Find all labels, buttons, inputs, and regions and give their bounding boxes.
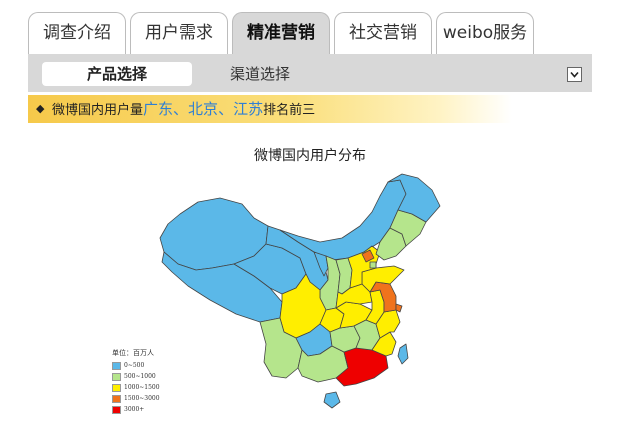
map-title: 微博国内用户分布 bbox=[254, 148, 366, 164]
banner-separator-2: 、 bbox=[218, 100, 234, 118]
diamond-bullet-icon: ◆ bbox=[36, 102, 45, 115]
province-hainan[interactable] bbox=[323, 391, 341, 409]
legend-label: 0~500 bbox=[124, 362, 145, 369]
highlight-banner: ◆ 微博国内用户量广东、北京、江苏排名前三 bbox=[28, 95, 512, 123]
legend-swatch bbox=[112, 361, 121, 370]
main-tab-bar: 调查介绍 用户需求 精准营销 社交营销 weibo服务 bbox=[0, 0, 620, 54]
tab-precision-marketing[interactable]: 精准营销 bbox=[232, 12, 330, 54]
chevron-down-icon[interactable] bbox=[567, 67, 582, 82]
legend-label: 1500~3000 bbox=[124, 395, 160, 402]
tab-weibo-service[interactable]: weibo服务 bbox=[436, 12, 534, 54]
province-taiwan[interactable] bbox=[397, 343, 409, 365]
legend-swatch bbox=[112, 405, 121, 414]
banner-highlight-2: 北京 bbox=[188, 100, 219, 118]
legend-item: 0~500 bbox=[112, 361, 144, 371]
province-tianjin[interactable] bbox=[369, 261, 377, 269]
banner-separator-1: 、 bbox=[173, 100, 189, 118]
banner-suffix: 排名前三 bbox=[263, 103, 316, 118]
banner-prefix: 微博国内用户量 bbox=[52, 103, 144, 118]
legend-item: 1000~1500 bbox=[112, 383, 160, 393]
legend-label: 1000~1500 bbox=[124, 384, 160, 391]
legend-unit: 单位：百万人 bbox=[112, 349, 154, 357]
legend-item: 1500~3000 bbox=[112, 394, 160, 404]
tab-social-marketing[interactable]: 社交营销 bbox=[334, 12, 432, 54]
legend-swatch bbox=[112, 372, 121, 381]
banner-text: 微博国内用户量广东、北京、江苏排名前三 bbox=[52, 95, 315, 125]
tab-survey-intro[interactable]: 调查介绍 bbox=[28, 12, 126, 54]
subtab-product-select[interactable]: 产品选择 bbox=[42, 62, 192, 86]
legend-item: 3000+ bbox=[112, 405, 144, 415]
legend-item: 500~1000 bbox=[112, 372, 156, 382]
legend-swatch bbox=[112, 383, 121, 392]
province-shanghai[interactable] bbox=[395, 303, 403, 313]
legend-swatch bbox=[112, 394, 121, 403]
legend-label: 3000+ bbox=[124, 406, 145, 413]
subtab-channel-select[interactable]: 渠道选择 bbox=[216, 62, 304, 86]
sub-nav-bar: 产品选择 渠道选择 bbox=[28, 54, 592, 92]
legend-label: 500~1000 bbox=[124, 373, 156, 380]
banner-highlight-3: 江苏 bbox=[233, 100, 264, 118]
banner-highlight-1: 广东 bbox=[143, 100, 174, 118]
tab-user-needs[interactable]: 用户需求 bbox=[130, 12, 228, 54]
china-user-map bbox=[159, 173, 441, 409]
